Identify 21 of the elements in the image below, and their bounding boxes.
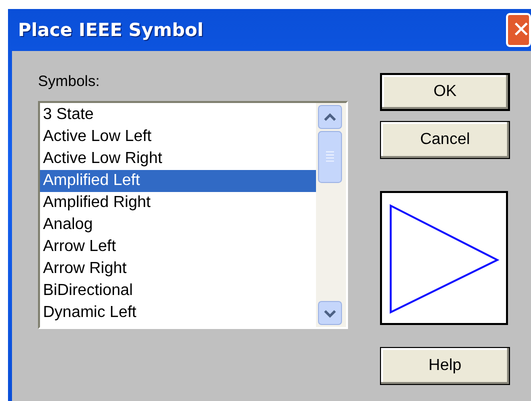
list-item[interactable]: 3 State	[40, 104, 316, 126]
scrollbar[interactable]	[316, 103, 346, 327]
scroll-thumb[interactable]	[318, 131, 342, 183]
list-item[interactable]: BiDirectional	[40, 280, 316, 302]
cancel-button[interactable]: Cancel	[380, 121, 510, 159]
list-item[interactable]: Active Low Right	[40, 148, 316, 170]
list-item[interactable]: Amplified Left	[40, 170, 316, 192]
list-item[interactable]: Analog	[40, 214, 316, 236]
scroll-down-button[interactable]	[318, 301, 342, 325]
list-item[interactable]: Amplified Right	[40, 192, 316, 214]
window-title: Place IEEE Symbol	[18, 20, 204, 40]
close-button[interactable]: ✕	[506, 13, 531, 47]
list-item[interactable]: Arrow Right	[40, 258, 316, 280]
list-item[interactable]: Dynamic Left	[40, 302, 316, 324]
help-button[interactable]: Help	[380, 347, 510, 385]
symbols-label: Symbols:	[38, 73, 101, 92]
list-item[interactable]: Active Low Left	[40, 126, 316, 148]
scroll-up-button[interactable]	[318, 105, 342, 129]
ok-button[interactable]: OK	[380, 73, 510, 111]
list-item[interactable]: Arrow Left	[40, 236, 316, 258]
triangle-icon	[390, 204, 500, 314]
